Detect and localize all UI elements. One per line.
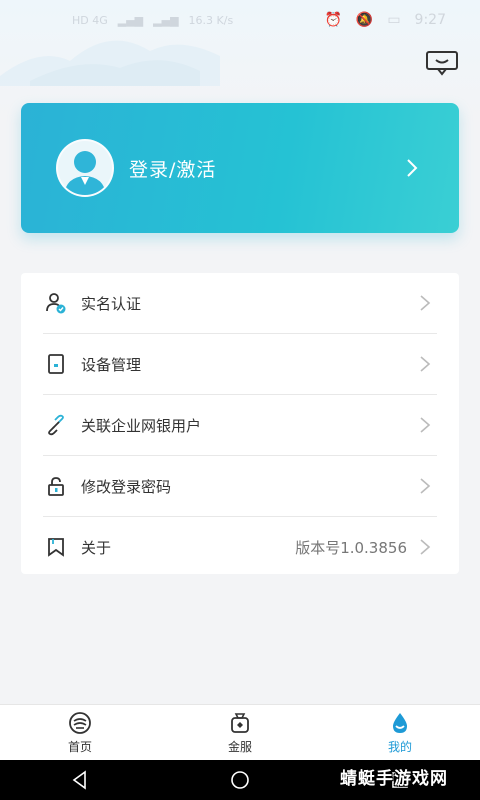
tab-label: 金服 bbox=[227, 740, 252, 754]
chevron-right-icon bbox=[420, 295, 431, 311]
alarm-icon: ⏰ bbox=[324, 12, 342, 28]
chevron-right-icon bbox=[420, 478, 431, 494]
message-icon bbox=[426, 51, 458, 76]
menu-item-real-name-auth[interactable]: 实名认证 bbox=[43, 273, 437, 334]
link-icon bbox=[48, 414, 64, 436]
menu-panel: 实名认证 设备管理 关联企业网银用户 修改登录密码 关于 版本号1.0.3856 bbox=[21, 273, 459, 574]
tab-mine[interactable]: 我的 bbox=[360, 711, 440, 755]
home-icon bbox=[69, 712, 91, 734]
menu-item-about[interactable]: 关于 版本号1.0.3856 bbox=[43, 517, 437, 577]
bookmark-icon bbox=[48, 538, 64, 557]
login-card[interactable]: 登录/激活 bbox=[21, 103, 459, 233]
tab-bar: 首页 金服 我的 bbox=[0, 704, 480, 761]
signal-icon: ▂▄▆ bbox=[117, 13, 144, 27]
lock-icon bbox=[48, 477, 64, 496]
mute-icon: 🔕 bbox=[355, 12, 374, 28]
network-speed: 16.3 K/s bbox=[188, 13, 234, 27]
chevron-right-icon bbox=[420, 356, 431, 372]
status-left: HD 4G ▂▄▆ ▂▄▆ 16.3 K/s bbox=[72, 14, 233, 27]
chevron-right-icon bbox=[420, 539, 431, 555]
avatar bbox=[56, 139, 114, 197]
money-bag-icon bbox=[231, 713, 249, 733]
status-bar: HD 4G ▂▄▆ ▂▄▆ 16.3 K/s ⏰ 🔕 ▭ 9:27 bbox=[0, 0, 480, 40]
person-verified-icon bbox=[46, 293, 66, 314]
tab-home[interactable]: 首页 bbox=[40, 711, 120, 755]
menu-item-change-password[interactable]: 修改登录密码 bbox=[43, 456, 437, 517]
message-button[interactable] bbox=[425, 50, 459, 76]
menu-label: 修改登录密码 bbox=[81, 477, 172, 496]
tab-finance[interactable]: 金服 bbox=[200, 711, 280, 755]
watermark: 蜻蜓手游戏网 bbox=[340, 769, 448, 789]
drop-icon bbox=[393, 713, 407, 733]
tab-label: 首页 bbox=[67, 740, 92, 754]
menu-label: 实名认证 bbox=[81, 294, 142, 313]
status-time: 9:27 bbox=[414, 12, 446, 28]
tab-label: 我的 bbox=[387, 740, 412, 754]
menu-label: 关于 bbox=[81, 538, 112, 557]
status-right: ⏰ 🔕 ▭ 9:27 bbox=[324, 12, 446, 28]
version-number: 版本号1.0.3856 bbox=[295, 538, 407, 557]
login-label: 登录/激活 bbox=[129, 158, 217, 181]
menu-item-link-enterprise[interactable]: 关联企业网银用户 bbox=[43, 395, 437, 456]
home-circle-icon[interactable] bbox=[229, 769, 251, 791]
menu-item-device-management[interactable]: 设备管理 bbox=[43, 334, 437, 395]
menu-label: 设备管理 bbox=[81, 355, 142, 374]
chevron-right-icon bbox=[407, 159, 418, 177]
network-indicator: HD 4G bbox=[72, 13, 108, 27]
device-icon bbox=[48, 354, 64, 374]
back-icon[interactable] bbox=[69, 769, 91, 791]
avatar-icon bbox=[64, 151, 106, 195]
chevron-right-icon bbox=[420, 417, 431, 433]
signal-icon-2: ▂▄▆ bbox=[153, 13, 179, 27]
menu-label: 关联企业网银用户 bbox=[81, 416, 202, 435]
battery-icon: ▭ bbox=[387, 12, 401, 28]
